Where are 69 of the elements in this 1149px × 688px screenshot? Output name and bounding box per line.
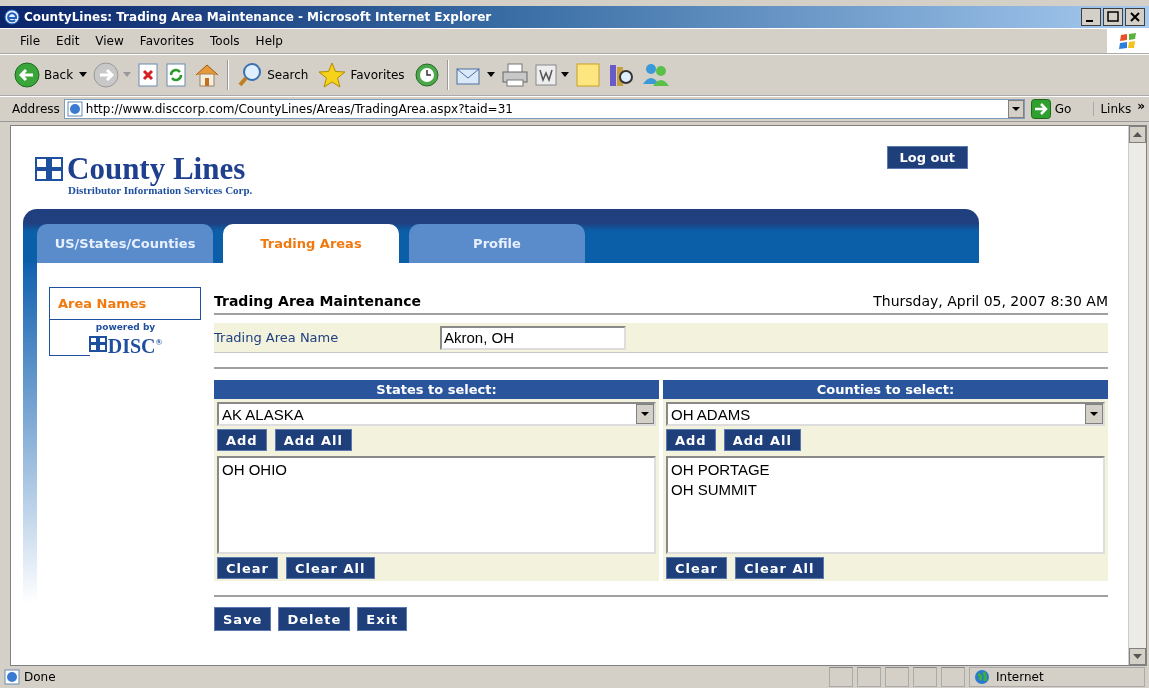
go-button[interactable]: Go xyxy=(1028,99,1090,119)
dropdown[interactable]: AK ALASKA xyxy=(217,402,656,426)
add-button[interactable]: Add xyxy=(666,429,716,451)
history-icon[interactable] xyxy=(412,62,441,88)
menu-item[interactable]: Edit xyxy=(56,34,80,48)
search-button[interactable]: Search xyxy=(235,62,311,88)
address-label: Address xyxy=(12,102,60,116)
favorites-button[interactable]: Favorites xyxy=(316,62,407,88)
dropdown-caret-icon[interactable] xyxy=(560,72,569,78)
action-button[interactable]: Save xyxy=(214,607,272,631)
list-box[interactable]: OH PORTAGE OH SUMMIT xyxy=(666,456,1105,554)
panel-header: States to select: xyxy=(214,380,659,399)
dropdown-caret-icon[interactable] xyxy=(486,72,495,78)
security-zone: Internet xyxy=(969,667,1145,687)
logo-mark-icon[interactable] xyxy=(35,157,63,181)
dropdown-caret-icon[interactable] xyxy=(79,72,88,78)
menu-item[interactable]: Tools xyxy=(210,34,240,48)
date-text: Thursday, April 05, 2007 8:30 AM xyxy=(873,293,1108,309)
flag-icon[interactable] xyxy=(1118,32,1138,50)
action-button[interactable]: Exit xyxy=(357,607,408,631)
name-input[interactable]: Akron, OH xyxy=(440,325,626,350)
field-label: Trading Area Name xyxy=(214,330,340,345)
back-button[interactable]: Back xyxy=(12,62,76,88)
page-icon[interactable] xyxy=(66,101,83,117)
clear-button[interactable]: Clear xyxy=(217,557,278,579)
action-button[interactable]: Delete xyxy=(278,607,351,631)
panel-header: Counties to select: xyxy=(663,380,1108,399)
scroll-up-icon[interactable] xyxy=(1129,126,1146,143)
list-item[interactable]: OH SUMMIT xyxy=(671,480,1100,500)
links-button[interactable]: Links xyxy=(1093,102,1134,116)
globe-icon[interactable] xyxy=(974,669,990,685)
close-icon[interactable] xyxy=(1125,8,1145,26)
address-field[interactable]: http://www.disccorp.com/CountyLines/Areas/TradingArea.aspx?taid=31 xyxy=(63,99,1025,119)
add-button[interactable]: Add xyxy=(217,429,267,451)
disc-logo: DISC$^{®}$ xyxy=(88,332,163,356)
add-all-button[interactable]: Add All xyxy=(274,429,352,451)
browser-icon[interactable] xyxy=(4,9,20,25)
word-document-icon[interactable] xyxy=(534,64,557,86)
maximize-icon[interactable] xyxy=(1103,8,1123,26)
list-item[interactable]: OH OHIO xyxy=(222,460,651,480)
logo-mark-icon[interactable] xyxy=(88,335,107,352)
list-item[interactable]: OH PORTAGE xyxy=(671,460,1100,480)
page-icon[interactable] xyxy=(4,669,20,685)
status-text: Done xyxy=(24,670,56,684)
menu-item[interactable]: View xyxy=(95,34,124,48)
clear-all-button[interactable]: Clear All xyxy=(735,557,824,579)
logout-button[interactable]: Log out xyxy=(886,146,968,169)
add-all-button[interactable]: Add All xyxy=(723,429,801,451)
printer-icon[interactable] xyxy=(500,62,529,88)
clear-all-button[interactable]: Clear All xyxy=(286,557,375,579)
stop-icon[interactable] xyxy=(137,63,160,87)
refresh-icon[interactable] xyxy=(165,63,188,87)
menu-item[interactable]: Favorites xyxy=(139,34,195,48)
go-arrow-icon[interactable] xyxy=(1030,99,1051,119)
powered-by-label: powered by xyxy=(95,322,156,332)
list-box[interactable]: OH OHIO xyxy=(217,456,656,554)
dropdown[interactable]: OH ADAMS xyxy=(666,402,1105,426)
scrollbar[interactable] xyxy=(1128,126,1146,665)
county-lines-logo: County Lines Distributor Information Services Corp. xyxy=(35,154,253,196)
window-title: CountyLines: Trading Area Maintenance - Microsoft Internet Explorer xyxy=(24,10,493,24)
menu-item[interactable]: File xyxy=(20,34,41,48)
scroll-down-icon[interactable] xyxy=(1129,648,1146,665)
chevron-icon[interactable]: » xyxy=(1137,99,1145,113)
page-heading: Trading Area Maintenance xyxy=(214,293,422,309)
star-icon[interactable] xyxy=(318,62,347,88)
menu-item[interactable]: Help xyxy=(255,34,283,48)
search-icon[interactable] xyxy=(237,62,264,88)
minimize-icon[interactable] xyxy=(1081,8,1101,26)
clear-button[interactable]: Clear xyxy=(666,557,727,579)
